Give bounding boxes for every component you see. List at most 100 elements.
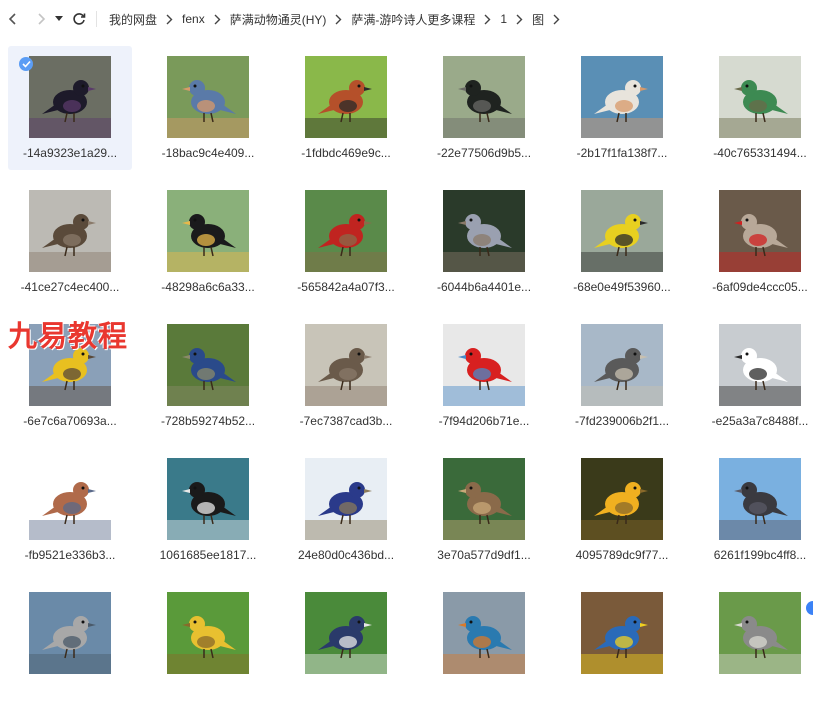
refresh-button[interactable] [68, 8, 90, 30]
file-tile[interactable]: -7f94d206b71e... [422, 314, 546, 438]
file-name: -e25a3a7c8488f... [711, 414, 809, 428]
breadcrumb-item[interactable]: 萨满动物通灵(HY) [226, 11, 331, 28]
watermark-text: 九易教程 [8, 319, 129, 353]
file-name: -1fdbdc469e9c... [301, 146, 391, 160]
bird-thumbnail-image [29, 56, 111, 138]
file-name: -6044b6a4401e... [436, 280, 532, 294]
file-tile[interactable] [8, 582, 132, 706]
file-tile[interactable]: 24e80d0c436bd... [284, 448, 408, 572]
bird-thumbnail-image [167, 190, 249, 272]
bird-thumbnail-image [719, 190, 801, 272]
back-button[interactable] [2, 8, 24, 30]
file-tile[interactable]: 1061685ee1817... [146, 448, 270, 572]
breadcrumb-item[interactable]: 1 [496, 12, 511, 26]
file-tile[interactable]: -1fdbdc469e9c... [284, 46, 408, 170]
file-name: -6e7c6a70693a... [23, 414, 117, 428]
file-tile[interactable]: -fb9521e336b3... [8, 448, 132, 572]
file-tile[interactable]: -7fd239006b2f1... [560, 314, 684, 438]
file-tile[interactable]: -6044b6a4401e... [422, 180, 546, 304]
file-name: -2b17f1fa138f7... [576, 146, 668, 160]
file-tile[interactable]: 4095789dc9f77... [560, 448, 684, 572]
file-tile[interactable] [698, 582, 813, 706]
caret-down-icon [55, 16, 63, 21]
bird-thumbnail-image [581, 190, 663, 272]
bird-thumbnail-image [167, 324, 249, 406]
history-dropdown-button[interactable] [52, 8, 66, 30]
breadcrumb-separator-icon [330, 14, 347, 25]
bird-thumbnail-image [167, 592, 249, 674]
file-name: 4095789dc9f77... [575, 548, 669, 562]
bird-thumbnail-image [443, 458, 525, 540]
file-tile[interactable]: -40c765331494... [698, 46, 813, 170]
bird-thumbnail-image [719, 56, 801, 138]
file-name: -68e0e49f53960... [573, 280, 671, 294]
file-name: 6261f199bc4ff8... [713, 548, 807, 562]
breadcrumb-separator-icon [548, 14, 565, 25]
floating-action-dot[interactable] [806, 601, 813, 615]
bird-thumbnail-image [443, 190, 525, 272]
file-name: -6af09de4ccc05... [712, 280, 808, 294]
file-tile[interactable]: 6261f199bc4ff8... [698, 448, 813, 572]
file-tile[interactable]: -2b17f1fa138f7... [560, 46, 684, 170]
file-tile[interactable]: -68e0e49f53960... [560, 180, 684, 304]
file-tile[interactable]: -7ec7387cad3b... [284, 314, 408, 438]
bird-thumbnail-image [443, 324, 525, 406]
bird-thumbnail-image [305, 324, 387, 406]
file-tile[interactable]: -41ce27c4ec400... [8, 180, 132, 304]
file-name: -18bac9c4e409... [161, 146, 255, 160]
chevron-right-icon [38, 13, 46, 25]
breadcrumb-item[interactable]: fenx [178, 12, 209, 26]
file-tile[interactable] [146, 582, 270, 706]
file-tile[interactable] [422, 582, 546, 706]
breadcrumb-item[interactable]: 萨满-游吟诗人更多课程 [347, 11, 479, 28]
file-name: 1061685ee1817... [159, 548, 257, 562]
bird-thumbnail-image [719, 592, 801, 674]
bird-thumbnail-image [167, 458, 249, 540]
file-tile[interactable]: -e25a3a7c8488f... [698, 314, 813, 438]
file-name: -7f94d206b71e... [438, 414, 530, 428]
bird-thumbnail-image [581, 324, 663, 406]
file-name: -7ec7387cad3b... [299, 414, 393, 428]
file-name: -7fd239006b2f1... [574, 414, 670, 428]
bird-thumbnail-image [305, 592, 387, 674]
file-tile[interactable] [284, 582, 408, 706]
file-name: -565842a4a07f3... [297, 280, 395, 294]
file-tile[interactable]: -565842a4a07f3... [284, 180, 408, 304]
selected-check-icon[interactable] [19, 57, 33, 71]
bird-thumbnail-image [581, 56, 663, 138]
bird-thumbnail-image [305, 56, 387, 138]
bird-thumbnail-image [719, 324, 801, 406]
bird-thumbnail-image [305, 190, 387, 272]
file-tile[interactable]: -728b59274b52... [146, 314, 270, 438]
bird-thumbnail-image [167, 56, 249, 138]
bird-thumbnail-image [581, 458, 663, 540]
breadcrumb-item[interactable]: 图 [528, 11, 548, 28]
file-name: 3e70a577d9df1... [437, 548, 531, 562]
breadcrumb-separator-icon [209, 14, 226, 25]
bird-thumbnail-image [443, 592, 525, 674]
breadcrumb-separator-icon [161, 14, 178, 25]
file-tile[interactable]: 3e70a577d9df1... [422, 448, 546, 572]
file-name: 24e80d0c436bd... [297, 548, 395, 562]
file-tile[interactable]: -6af09de4ccc05... [698, 180, 813, 304]
breadcrumb: 我的网盘 fenx 萨满动物通灵(HY) 萨满-游吟诗人更多课程 1 图 [105, 11, 565, 28]
file-tile[interactable]: -48298a6c6a33... [146, 180, 270, 304]
forward-button[interactable] [30, 8, 52, 30]
bird-thumbnail-image [29, 190, 111, 272]
file-name: -40c765331494... [713, 146, 807, 160]
toolbar-divider [96, 11, 97, 27]
file-tile[interactable]: -18bac9c4e409... [146, 46, 270, 170]
file-tile[interactable]: -22e77506d9b5... [422, 46, 546, 170]
bird-thumbnail-image [719, 458, 801, 540]
toolbar: 我的网盘 fenx 萨满动物通灵(HY) 萨满-游吟诗人更多课程 1 图 [0, 0, 813, 38]
file-name: -fb9521e336b3... [24, 548, 116, 562]
file-tile[interactable]: -14a9323e1a29... [8, 46, 132, 170]
file-tile[interactable] [560, 582, 684, 706]
bird-thumbnail-image [29, 458, 111, 540]
bird-thumbnail-image [29, 592, 111, 674]
bird-thumbnail-image [443, 56, 525, 138]
file-name: -41ce27c4ec400... [20, 280, 120, 294]
breadcrumb-item[interactable]: 我的网盘 [105, 11, 161, 28]
file-name: -14a9323e1a29... [22, 146, 118, 160]
bird-thumbnail-image [305, 458, 387, 540]
